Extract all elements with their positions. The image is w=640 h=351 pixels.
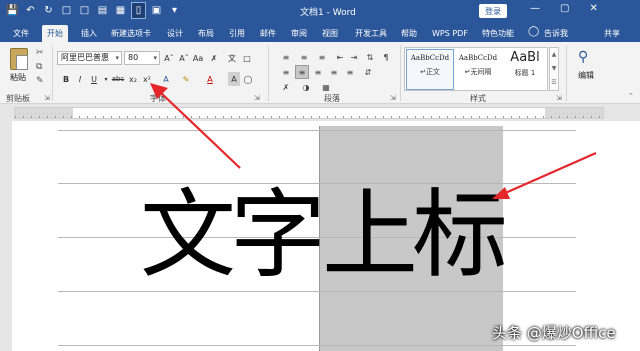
annotation-arrows (150, 83, 597, 199)
arrow-to-superscript-button (150, 83, 241, 169)
arrow-to-superscript-text (492, 151, 597, 199)
watermark-text: 头条 @爆炒Office (492, 324, 616, 342)
